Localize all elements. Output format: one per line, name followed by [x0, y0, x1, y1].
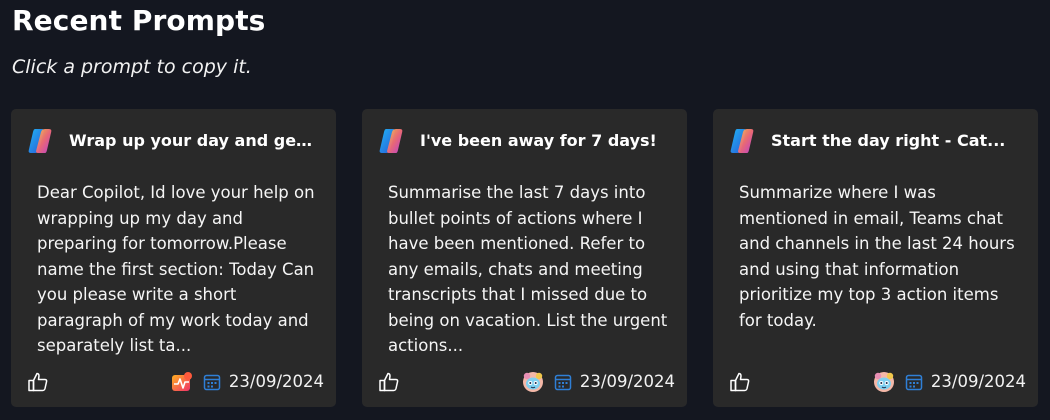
thumbs-up-icon: [379, 372, 399, 392]
prompt-card-body: Dear Copilot, Id love your help on wrapp…: [37, 183, 315, 355]
copilot-icon: [730, 129, 754, 153]
prompt-card-date: 23/09/2024: [930, 372, 1026, 391]
like-button[interactable]: [376, 369, 402, 395]
like-button[interactable]: [25, 369, 51, 395]
like-button[interactable]: [727, 369, 753, 395]
prompt-card-body: Summarise the last 7 days into bullet po…: [388, 183, 668, 355]
page-subtitle: Click a prompt to copy it.: [12, 56, 252, 78]
calendar-icon: [905, 374, 923, 391]
thumbs-up-icon: [730, 372, 750, 392]
prompt-card-title: Wrap up your day and get ...: [69, 131, 319, 150]
activity-badge-icon: [171, 372, 192, 391]
prompt-card-header: Start the day right - Cat...: [727, 126, 1024, 156]
prompt-card-title: I've been away for 7 days!: [420, 131, 657, 150]
prompt-card-header: Wrap up your day and get ...: [25, 126, 322, 156]
prompt-card[interactable]: I've been away for 7 days! Summarise the…: [362, 109, 687, 407]
prompt-card-list: Wrap up your day and get ... Dear Copilo…: [11, 109, 1038, 407]
prompt-card-footer: 23/09/2024: [376, 369, 675, 395]
prompt-card-date: 23/09/2024: [228, 372, 324, 391]
page-title: Recent Prompts: [12, 4, 266, 37]
prompt-card-body: Summarize where I was mentioned in email…: [739, 183, 1015, 330]
prompt-card[interactable]: Wrap up your day and get ... Dear Copilo…: [11, 109, 336, 407]
bot-avatar-icon: [873, 372, 894, 392]
prompt-card-footer: 23/09/2024: [25, 369, 324, 395]
prompt-card-date: 23/09/2024: [579, 372, 675, 391]
bot-avatar-icon: [522, 372, 543, 392]
prompt-card-header: I've been away for 7 days!: [376, 126, 673, 156]
recent-prompts-page: Recent Prompts Click a prompt to copy it…: [0, 0, 1050, 420]
calendar-icon: [203, 374, 221, 391]
prompt-card[interactable]: Start the day right - Cat... Summarize w…: [713, 109, 1038, 407]
calendar-icon: [554, 374, 572, 391]
thumbs-up-icon: [28, 372, 48, 392]
copilot-icon: [379, 129, 403, 153]
prompt-card-footer: 23/09/2024: [727, 369, 1026, 395]
copilot-icon: [28, 129, 52, 153]
prompt-card-title: Start the day right - Cat...: [771, 131, 1006, 150]
